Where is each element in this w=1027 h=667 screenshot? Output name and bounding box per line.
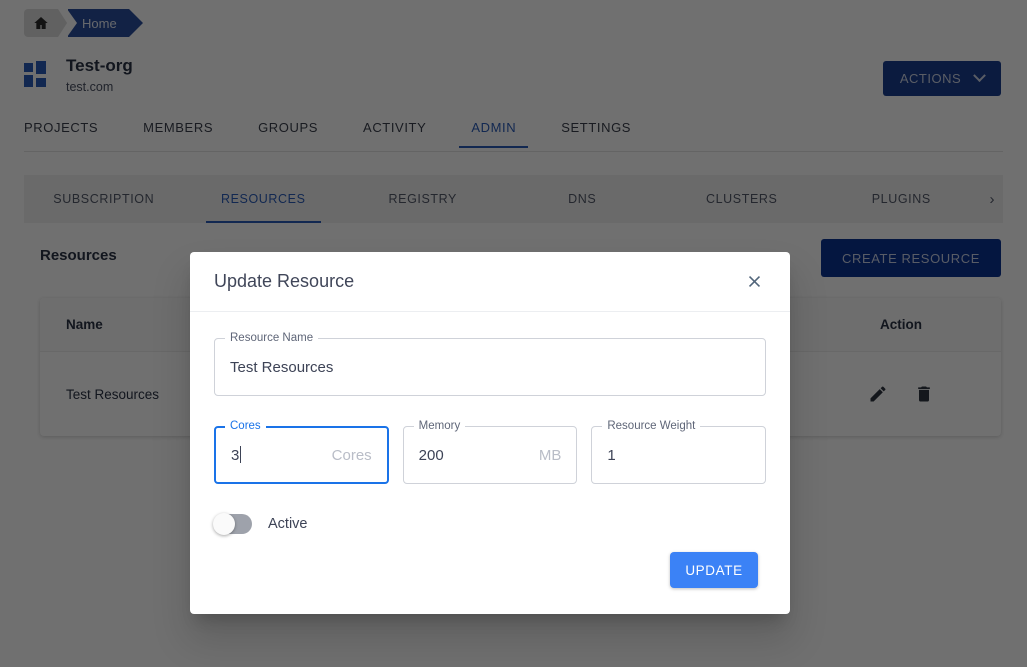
memory-field[interactable]: Memory 200 MB [402, 418, 578, 484]
memory-suffix: MB [538, 446, 562, 464]
dialog-body: Resource Name Test Resources Cores 3 Cor… [190, 312, 790, 535]
dialog-header: Update Resource [190, 252, 790, 312]
dialog-title: Update Resource [214, 271, 355, 291]
close-button[interactable] [740, 268, 768, 296]
resource-name-row: Resource Name Test Resources [214, 330, 766, 396]
memory-label: Memory [413, 418, 466, 434]
resource-name-label: Resource Name [225, 330, 319, 346]
cores-field[interactable]: Cores 3 Cores [214, 418, 389, 484]
memory-input[interactable]: 200 [419, 447, 539, 464]
active-toggle-label: Active [268, 516, 308, 532]
dialog-footer: UPDATE [670, 552, 758, 588]
resource-weight-label: Resource Weight [602, 418, 701, 434]
resource-weight-field[interactable]: Resource Weight 1 [591, 418, 767, 484]
resource-name-input[interactable]: Test Resources [230, 359, 750, 376]
resource-weight-input[interactable]: 1 [607, 447, 750, 464]
cores-input[interactable]: 3 [231, 446, 332, 464]
active-toggle[interactable] [213, 513, 252, 535]
close-icon [748, 275, 760, 288]
update-button[interactable]: UPDATE [670, 552, 758, 588]
update-resource-dialog: Update Resource Resource Name Test Resou… [190, 252, 790, 614]
toggle-knob [213, 513, 235, 535]
active-toggle-row: Active [213, 513, 766, 535]
resource-name-field[interactable]: Resource Name Test Resources [214, 330, 766, 396]
cores-label: Cores [225, 418, 266, 434]
metrics-row: Cores 3 Cores Memory 200 MB Resource Wei… [214, 418, 767, 484]
cores-suffix: Cores [331, 446, 372, 464]
app-root: Home Test-org test.com ACTIONS PROJECTS … [0, 0, 1027, 667]
